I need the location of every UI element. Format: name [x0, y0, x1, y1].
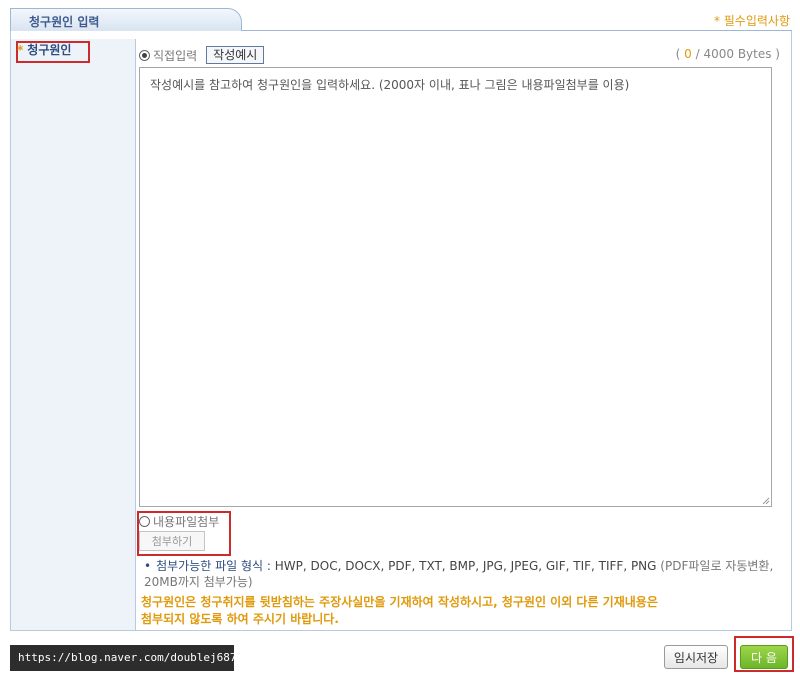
field-label: * 청구원인: [17, 41, 71, 58]
warning-line-2: 첨부되지 않도록 하여 주시기 바랍니다.: [141, 612, 339, 626]
section-title: 청구원인 입력: [29, 15, 100, 29]
file-attach-radio[interactable]: [139, 516, 150, 527]
section-tab: 청구원인 입력: [10, 8, 242, 31]
required-star: *: [17, 43, 24, 57]
byte-prefix: (: [675, 47, 681, 61]
next-button[interactable]: 다 음: [740, 645, 788, 669]
byte-counter: ( 0 / 4000 Bytes ): [676, 47, 780, 61]
file-format-info: • 첨부가능한 파일 형식 : HWP, DOC, DOCX, PDF, TXT,…: [144, 558, 784, 590]
required-note: * 필수입력사항: [713, 14, 790, 28]
attach-button[interactable]: 첨부하기: [139, 531, 205, 551]
direct-input-label: 직접입력: [153, 48, 198, 63]
warning-message: 청구원인은 청구취지를 뒷받침하는 주장사실만을 기재하여 작성하시고, 청구원…: [141, 594, 781, 628]
resize-grip-icon[interactable]: [762, 497, 770, 505]
file-attach-option[interactable]: 내용파일첨부: [139, 513, 219, 530]
temp-save-button[interactable]: 임시저장: [664, 645, 728, 669]
direct-input-option[interactable]: 직접입력 작성예시: [139, 46, 265, 64]
byte-current: 0: [684, 47, 692, 61]
example-button[interactable]: 작성예시: [206, 46, 265, 64]
warning-line-1: 청구원인은 청구취지를 뒷받침하는 주장사실만을 기재하여 작성하시고, 청구원…: [141, 595, 658, 609]
file-attach-label: 내용파일첨부: [153, 515, 220, 529]
blog-url-watermark: https://blog.naver.com/doublej6871: [10, 645, 243, 671]
file-format-key: 첨부가능한 파일 형식 :: [156, 559, 271, 573]
field-label-text: 청구원인: [27, 43, 72, 57]
bullet-icon: •: [144, 559, 152, 573]
label-column: * 청구원인: [11, 39, 136, 630]
direct-input-radio[interactable]: [139, 49, 150, 61]
file-format-types: HWP, DOC, DOCX, PDF, TXT, BMP, JPG, JPEG…: [274, 559, 657, 573]
claim-reason-textarea[interactable]: 작성예시를 참고하여 청구원인을 입력하세요. (2000자 이내, 표나 그림…: [139, 67, 772, 507]
textarea-placeholder: 작성예시를 참고하여 청구원인을 입력하세요. (2000자 이내, 표나 그림…: [150, 78, 630, 92]
byte-suffix: / 4000 Bytes ): [695, 47, 780, 61]
